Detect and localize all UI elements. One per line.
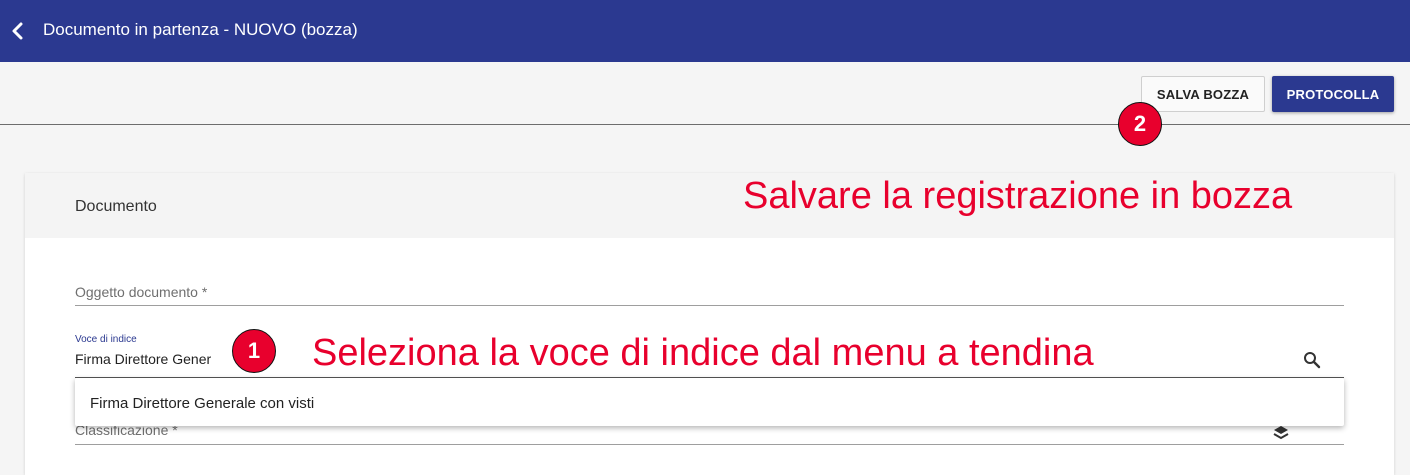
action-toolbar: SALVA BOZZA PROTOCOLLA <box>0 62 1410 125</box>
voce-indice-label: Voce di indice <box>75 334 137 345</box>
autocomplete-dropdown: Firma Direttore Generale con visti <box>75 378 1344 426</box>
oggetto-field[interactable]: Oggetto documento * <box>75 268 1344 306</box>
chevron-left-icon[interactable] <box>6 19 28 43</box>
step-marker-2: 2 <box>1118 102 1162 146</box>
document-card: Documento Oggetto documento * Voce di in… <box>25 173 1394 475</box>
dropdown-option[interactable]: Firma Direttore Generale con visti <box>90 395 314 412</box>
save-draft-button[interactable]: SALVA BOZZA <box>1141 76 1265 112</box>
annotation-step-2: Salvare la registrazione in bozza <box>743 175 1293 217</box>
search-icon[interactable] <box>1302 350 1322 370</box>
protocol-button[interactable]: PROTOCOLLA <box>1272 76 1394 112</box>
annotation-step-1: Seleziona la voce di indice dal menu a t… <box>312 332 1094 374</box>
step-marker-1: 1 <box>232 329 276 373</box>
oggetto-label: Oggetto documento * <box>75 284 208 300</box>
page-title: Documento in partenza - NUOVO (bozza) <box>43 20 358 39</box>
card-title: Documento <box>75 198 157 215</box>
app-bar: Documento in partenza - NUOVO (bozza) <box>0 0 1410 62</box>
layers-icon[interactable] <box>1271 423 1291 443</box>
